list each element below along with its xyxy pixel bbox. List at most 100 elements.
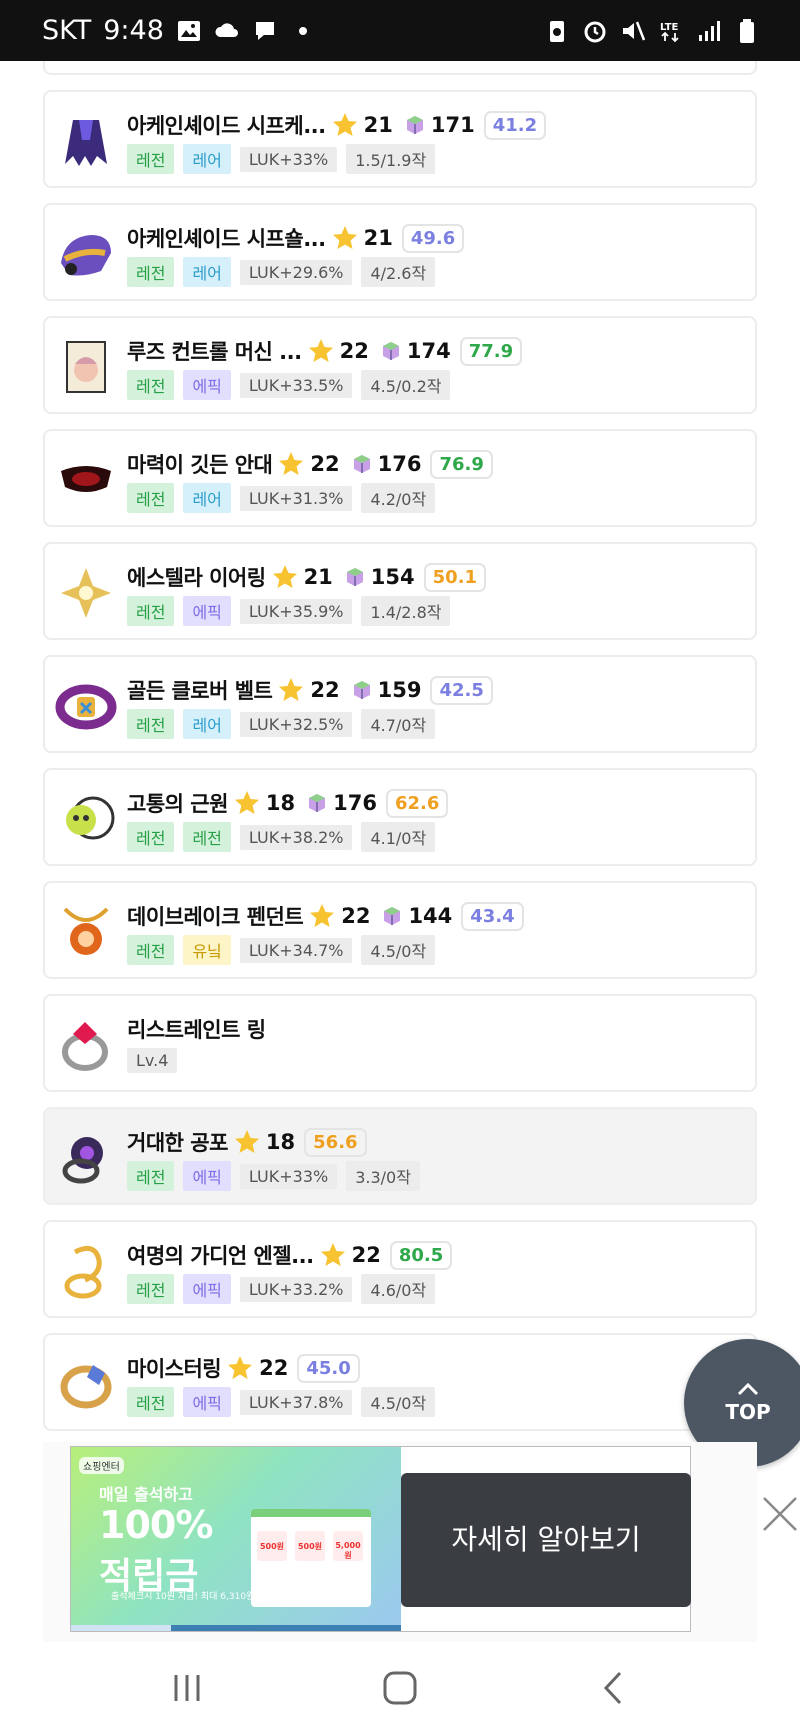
potential-value: 171 [430, 113, 475, 137]
star-icon [279, 678, 304, 701]
item-name: 리스트레인트 링 [127, 1018, 266, 1042]
starforce-count: 22 [341, 904, 371, 928]
equipment-card[interactable]: 고통의 근원 18 176 62.6 레전 레전 LUK+38.2% 4.1/0작 [43, 768, 757, 866]
item-name: 거대한 공포 [127, 1131, 228, 1155]
star-icon [272, 565, 297, 588]
item-name: 여명의 가디언 엔젤... [127, 1244, 314, 1268]
close-icon[interactable] [760, 1494, 800, 1534]
item-score-badge: 77.9 [459, 336, 523, 366]
eyepatch-icon [61, 466, 111, 492]
starforce-count: 21 [363, 113, 393, 137]
item-header-row: 리스트레인트 링 [127, 1013, 745, 1045]
item-header-row: 마력이 깃든 안대 22 176 76.9 [127, 448, 745, 480]
item-tag: 4.5/0작 [361, 935, 436, 965]
star-icon [228, 1356, 253, 1379]
recent-apps-button[interactable] [157, 1658, 217, 1718]
equipment-card[interactable]: 루즈 컨트롤 머신 ... 22 174 77.9 레전 에픽 LUK+33.5% 4.5/0… [43, 316, 757, 414]
item-tag: 4.1/0작 [361, 822, 436, 852]
item-tag: 4.5/0.2작 [361, 370, 451, 400]
item-tag: LUK+31.3% [239, 485, 353, 511]
equipment-card[interactable]: 거대한 공포 18 56.6 레전 에픽 LUK+33% 3.3/0작 [43, 1107, 757, 1205]
item-tag: LUK+33.2% [239, 1276, 353, 1302]
item-tags-row: 레전 에픽 LUK+33.5% 4.5/0.2작 [127, 370, 745, 400]
equipment-card[interactable]: 데이브레이크 펜던트 22 144 43.4 레전 유닠 LUK+34.7% 4.5/0작 [43, 881, 757, 979]
item-header-row: 아케인셰이드 시프숄... 21 49.6 [127, 222, 745, 254]
item-score-badge: 56.6 [304, 1127, 367, 1157]
item-header-row: 골든 클로버 벨트 22 159 42.5 [127, 674, 745, 706]
equipment-card[interactable]: 마이스터링 22 45.0 레전 에픽 LUK+37.8% 4.5/0작 [43, 1333, 757, 1431]
ad-banner: 쇼핑엔터 매일 출석하고 100% 적립금 출석체크시 10원 지급! 최대 6… [0, 1442, 800, 1642]
item-tag: 에픽 [183, 1161, 231, 1191]
potential-value: 176 [333, 791, 377, 815]
item-tags-row: 레전 레어 LUK+29.6% 4/2.6작 [127, 257, 745, 287]
starforce-count: 18 [265, 1130, 296, 1154]
item-tag: 레전 [127, 596, 175, 626]
ad-image[interactable]: 쇼핑엔터 매일 출석하고 100% 적립금 출석체크시 10원 지급! 최대 6… [71, 1447, 401, 1631]
equipment-card[interactable]: 에스텔라 이어링 21 154 50.1 레전 에픽 LUK+35.9% 1.4/2.8작 [43, 542, 757, 640]
equipment-card[interactable]: 리스트레인트 링 Lv.4 [43, 994, 757, 1092]
item-info: 리스트레인트 링 Lv.4 [127, 1013, 745, 1073]
item-tag: 레전 [183, 822, 231, 852]
system-nav-bar [0, 1642, 800, 1733]
belt-icon [55, 684, 117, 730]
item-info: 아케인셰이드 시프케... 21 171 41.2 레전 레어 LUK+33% 1.5/1.9… [127, 109, 745, 174]
item-name: 아케인셰이드 시프케... [127, 114, 326, 138]
ad-line2: 100% [99, 1503, 213, 1547]
ad-cta-button[interactable]: 자세히 알아보기 [401, 1473, 691, 1607]
item-tags-row: 레전 레어 LUK+32.5% 4.7/0작 [127, 709, 745, 739]
equipment-card[interactable]: 마력이 깃든 안대 22 176 76.9 레전 레어 LUK+31.3% 4.2/0작 [43, 429, 757, 527]
item-info: 아케인셰이드 시프숄... 21 49.6 레전 레어 LUK+29.6% 4/2.6작 [127, 222, 745, 287]
shoulder-icon [61, 235, 111, 276]
equipment-card[interactable]: 여명의 가디언 엔젤... 22 80.5 레전 에픽 LUK+33.2% 4.6/0작 [43, 1220, 757, 1318]
item-tag: LUK+34.7% [239, 937, 353, 963]
equipment-card[interactable]: 아케인셰이드 시프케... 21 171 41.2 레전 레어 LUK+33% 1.5/1.9… [43, 90, 757, 188]
item-name: 고통의 근원 [127, 792, 228, 816]
gallery-icon [177, 20, 200, 41]
star-icon [332, 226, 357, 249]
earring-icon [61, 568, 111, 618]
starforce-count: 22 [351, 1243, 381, 1267]
potential-cube-icon [382, 342, 399, 360]
back-icon [604, 1671, 622, 1704]
item-score-badge: 76.9 [430, 449, 493, 479]
item-tag: 1.5/1.9작 [346, 144, 436, 174]
item-tag: LUK+37.8% [239, 1389, 353, 1415]
starforce-count: 18 [265, 791, 296, 815]
svg-text:LTE: LTE [660, 22, 679, 33]
item-tag: Lv.4 [127, 1048, 178, 1073]
ring-icon [62, 1022, 108, 1071]
star-icon [234, 1130, 259, 1153]
item-tag: 레어 [183, 257, 231, 287]
home-button[interactable] [370, 1658, 430, 1718]
ad-box[interactable]: 쇼핑엔터 매일 출석하고 100% 적립금 출석체크시 10원 지급! 최대 6… [70, 1446, 691, 1632]
item-tags-row: 레전 에픽 LUK+35.9% 1.4/2.8작 [127, 596, 745, 626]
carrier-label: SKT [42, 15, 92, 46]
calendar-graphic: 500원 500원 5,000원 [251, 1509, 371, 1607]
equipment-card[interactable]: 아케인셰이드 시프숄... 21 49.6 레전 레어 LUK+29.6% 4/2.6작 [43, 203, 757, 301]
starforce-count: 22 [339, 339, 369, 363]
potential-cube-icon [353, 455, 370, 473]
item-score-badge: 50.1 [423, 562, 487, 592]
starforce-count: 22 [310, 678, 340, 702]
item-header-row: 데이브레이크 펜던트 22 144 43.4 [127, 900, 745, 932]
recent-apps-icon [174, 1674, 200, 1701]
home-icon [383, 1671, 417, 1704]
equipment-card[interactable]: 골든 클로버 벨트 22 159 42.5 레전 레어 LUK+32.5% 4.7/0작 [43, 655, 757, 753]
item-tag: 4.6/0작 [361, 1274, 436, 1304]
item-header-row: 루즈 컨트롤 머신 ... 22 174 77.9 [127, 335, 745, 367]
potential-cube-icon [309, 794, 326, 812]
item-tags-row: 레전 에픽 LUK+37.8% 4.5/0작 [127, 1387, 745, 1417]
item-tag: 4.2/0작 [361, 483, 436, 513]
item-tag: LUK+35.9% [239, 598, 353, 624]
item-tag: 레전 [127, 1387, 175, 1417]
angel-ring-icon [64, 1245, 102, 1299]
item-score-badge: 62.6 [386, 788, 449, 818]
item-tag: 레전 [127, 1274, 175, 1304]
starforce-count: 22 [259, 1356, 289, 1380]
item-tag: 레전 [127, 822, 175, 852]
item-tag: 에픽 [183, 1274, 231, 1304]
potential-value: 154 [370, 565, 415, 589]
starforce-count: 21 [363, 226, 393, 250]
item-score-badge: 43.4 [461, 901, 524, 931]
back-button[interactable] [583, 1658, 643, 1718]
